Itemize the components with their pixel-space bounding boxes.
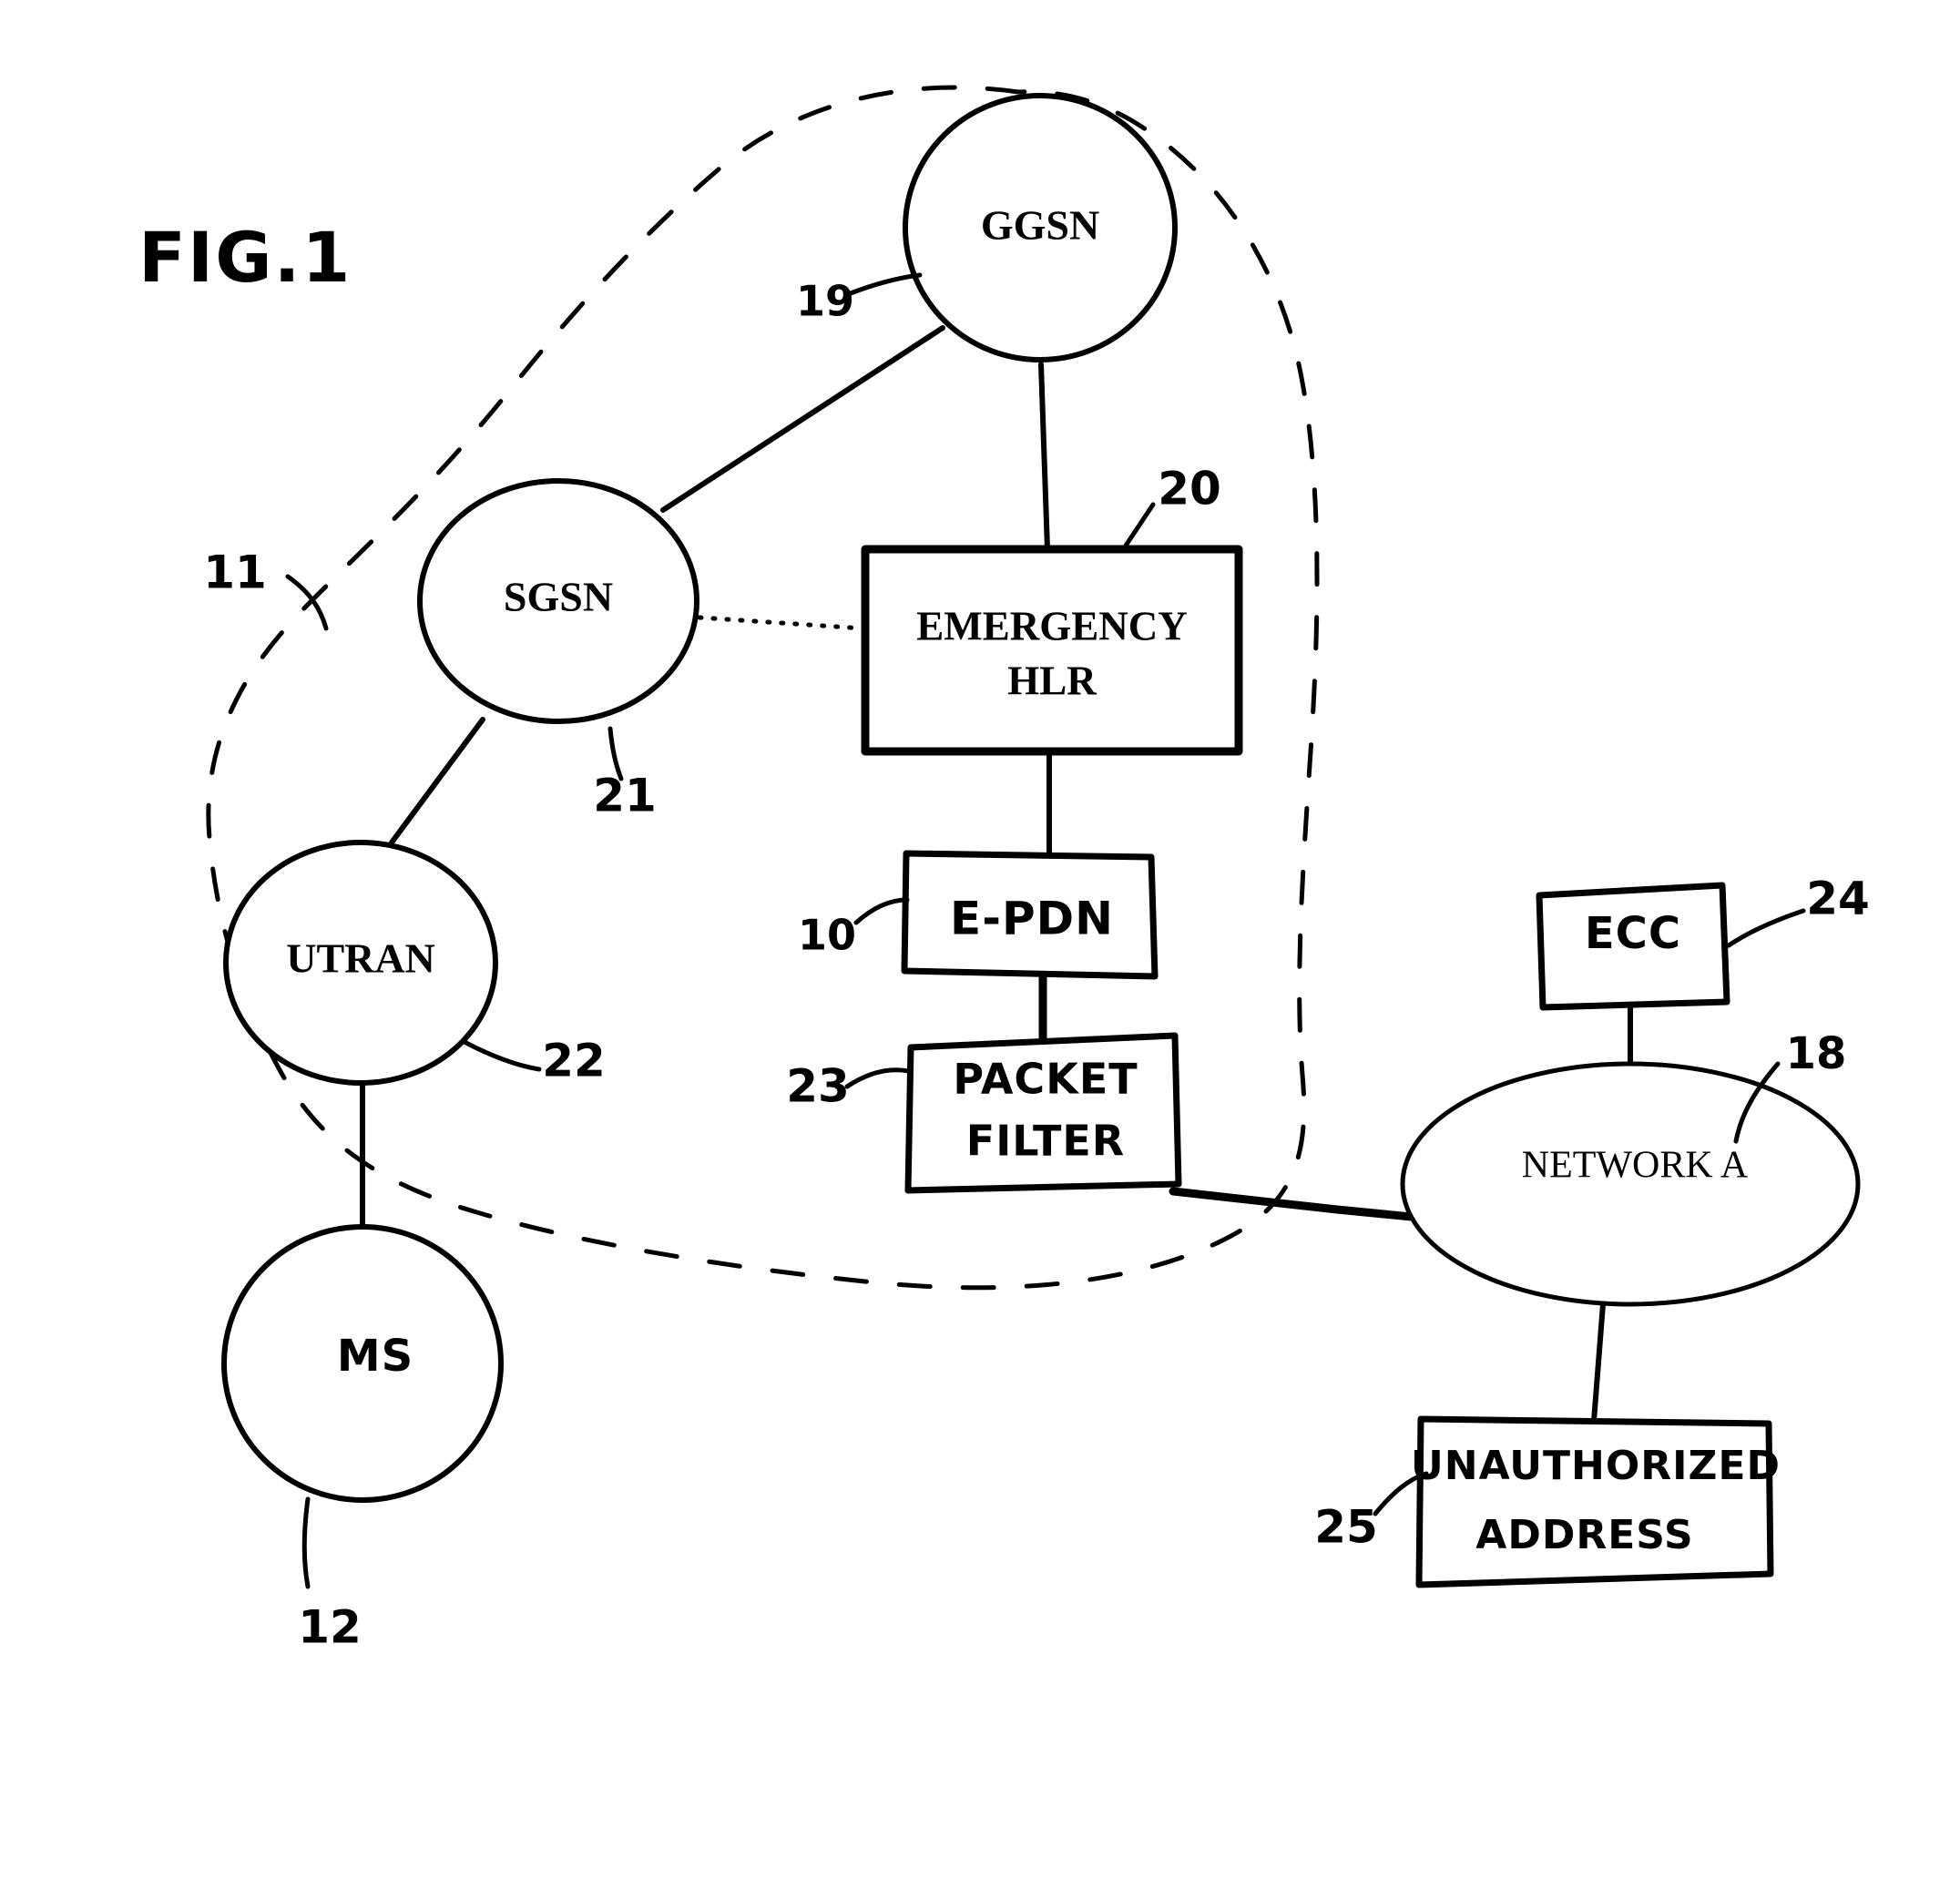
ref-numeral-25: 25 — [1314, 1501, 1378, 1554]
node-ecc-label: ECC — [1585, 908, 1681, 959]
node-unauthorized-address-label-line2: ADDRESS — [1475, 1512, 1693, 1558]
leader-ggsn-19 — [848, 272, 923, 296]
ref-numeral-23: 23 — [786, 1060, 850, 1113]
figure-canvas: GGSN SGSN UTRAN MS EMERGENCY HLR E-PDN P… — [138, 85, 1870, 1654]
connection-ggsn-emergency-hlr — [1038, 362, 1050, 552]
node-ms-label: MS — [337, 1331, 413, 1382]
leader-emergency-hlr-20 — [1119, 502, 1156, 554]
ref-numeral-22: 22 — [542, 1035, 606, 1087]
ref-numeral-10: 10 — [798, 911, 856, 960]
leader-ecc-24 — [1726, 908, 1806, 948]
patent-figure: GGSN SGSN UTRAN MS EMERGENCY HLR E-PDN P… — [0, 0, 1960, 1899]
connection-sgsn-utran — [389, 717, 485, 845]
ref-numeral-21: 21 — [593, 770, 657, 822]
node-e-pdn-label: E-PDN — [950, 893, 1114, 945]
ref-numeral-24: 24 — [1806, 873, 1870, 925]
node-sgsn-label: SGSN — [504, 574, 613, 620]
node-emergency-hlr-label-line1: EMERGENCY — [916, 603, 1188, 648]
node-utran-label: UTRAN — [286, 935, 435, 982]
node-emergency-hlr[interactable] — [861, 545, 1243, 756]
connection-packet-filter-network-a — [1169, 1187, 1425, 1222]
node-unauthorized-address-label-line1: UNAUTHORIZED — [1411, 1443, 1781, 1489]
connection-network-a-unauthorized-address — [1591, 1302, 1606, 1424]
leader-ms-12 — [301, 1496, 311, 1589]
ref-numeral-11: 11 — [203, 546, 267, 599]
node-ggsn-label: GGSN — [981, 202, 1099, 249]
node-packet-filter-label-line2: FILTER — [966, 1117, 1125, 1166]
node-emergency-hlr-label-line2: HLR — [1007, 658, 1097, 703]
ref-numeral-18: 18 — [1786, 1028, 1847, 1079]
leader-packet-filter-23 — [844, 1067, 912, 1089]
node-packet-filter-label-line1: PACKET — [953, 1055, 1138, 1104]
connection-sgsn-emergency-hlr — [697, 615, 865, 631]
leader-utran-22 — [460, 1038, 542, 1072]
node-network-a-label: NETWORK A — [1522, 1145, 1749, 1187]
ref-numeral-12: 12 — [298, 1601, 362, 1654]
ref-numeral-19: 19 — [796, 277, 854, 326]
ref-numeral-20: 20 — [1158, 463, 1221, 516]
figure-title: FIG.1 — [138, 217, 352, 298]
leader-e-pdn-10 — [853, 897, 910, 925]
connection-sgsn-ggsn — [660, 325, 945, 513]
